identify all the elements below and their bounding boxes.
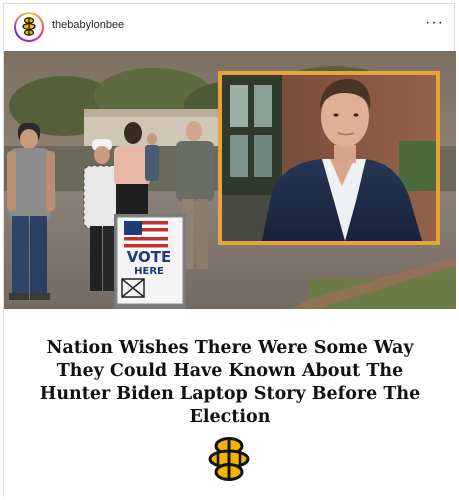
instagram-post: thebabylonbee ··· Nation Wishes There We… [3,3,456,498]
post-username[interactable]: thebabylonbee [52,19,124,31]
post-headline: Nation Wishes There Were Some Way They C… [39,338,421,427]
more-options-icon[interactable]: ··· [425,13,444,33]
babylon-bee-logo-icon [208,437,250,481]
post-image[interactable] [4,51,456,309]
post-header: thebabylonbee ··· [4,4,456,51]
post-caption-card: Nation Wishes There Were Some Way They C… [4,309,456,498]
babylon-bee-logo-icon [22,17,36,36]
profile-avatar[interactable] [14,12,44,42]
